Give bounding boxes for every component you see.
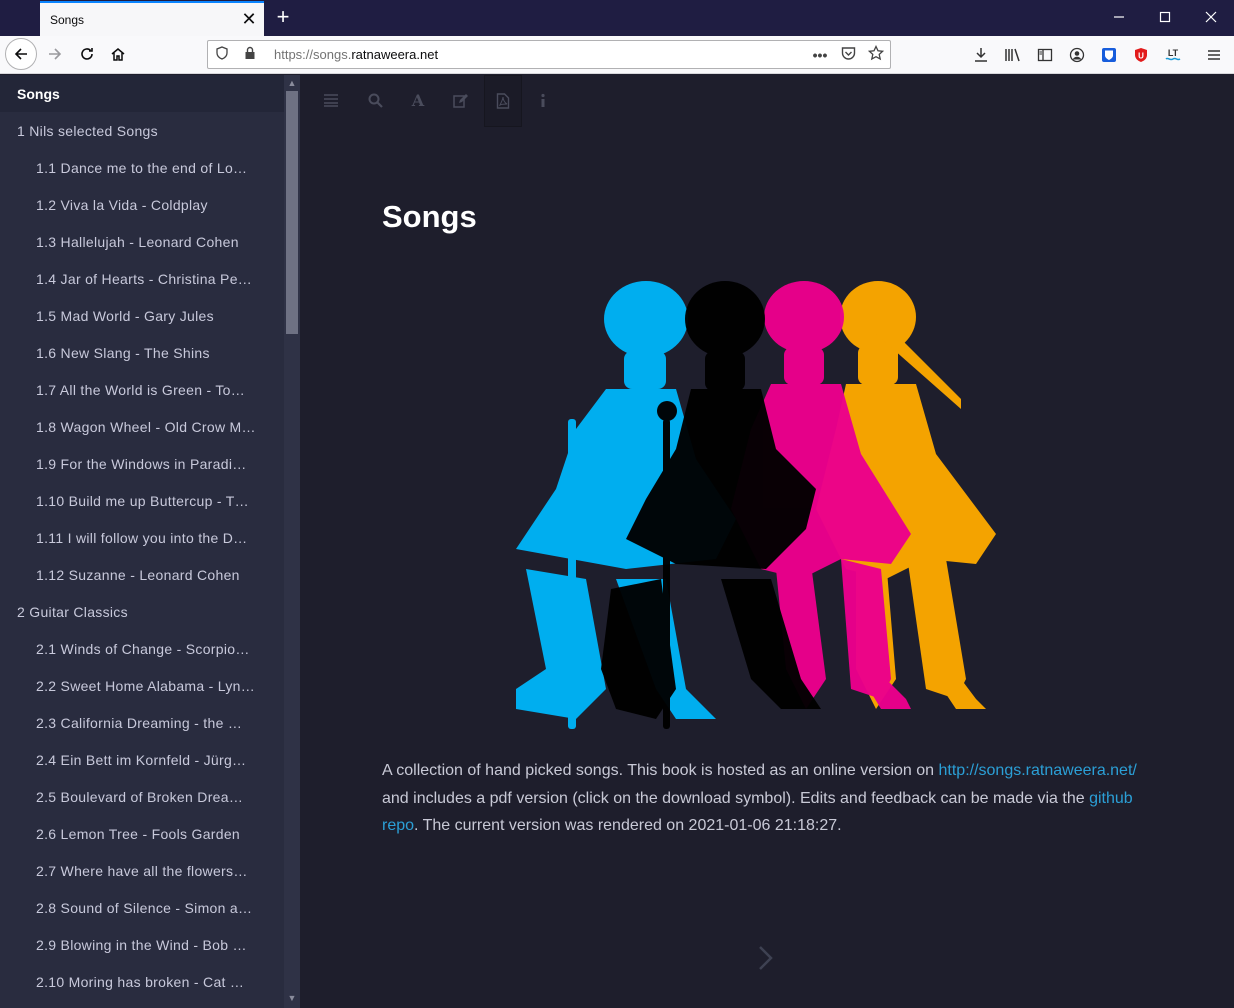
url-text[interactable]: https://songs.ratnaweera.net: [274, 47, 806, 62]
sidebar-item[interactable]: 2.6 Lemon Tree - Fools Garden: [0, 815, 284, 852]
languagetool-extension-icon[interactable]: LT: [1161, 43, 1185, 67]
sidebar-toggle-icon[interactable]: [1033, 43, 1057, 67]
reload-icon: [81, 48, 93, 60]
tracking-shield-icon[interactable]: [208, 46, 236, 63]
minimize-button[interactable]: [1096, 0, 1142, 34]
svg-text:LT: LT: [1168, 48, 1179, 58]
lock-icon[interactable]: [236, 46, 264, 63]
url-bar[interactable]: https://songs.ratnaweera.net •••: [207, 40, 891, 69]
maximize-button[interactable]: [1142, 0, 1188, 34]
intro-text: . The current version was rendered on 20…: [414, 817, 842, 834]
sidebar-item[interactable]: 2.4 Ein Bett im Kornfeld - Jürg…: [0, 741, 284, 778]
sidebar-item[interactable]: 2.9 Blowing in the Wind - Bob …: [0, 926, 284, 963]
arrow-left-icon: [14, 48, 27, 60]
sidebar-item[interactable]: 2.1 Winds of Change - Scorpio…: [0, 630, 284, 667]
svg-text:A: A: [411, 92, 425, 108]
close-tab-icon[interactable]: ✕: [234, 9, 264, 30]
list-icon: [324, 94, 338, 107]
ublock-extension-icon[interactable]: U: [1129, 43, 1153, 67]
next-page-button[interactable]: [755, 943, 779, 979]
sidebar-item[interactable]: 1.7 All the World is Green - To…: [0, 371, 284, 408]
sidebar-item[interactable]: 1.9 For the Windows in Paradi…: [0, 445, 284, 482]
pocket-icon[interactable]: [834, 46, 862, 63]
sidebar-item[interactable]: 2.10 Moring has broken - Cat …: [0, 963, 284, 1000]
chevron-right-icon: [759, 946, 773, 970]
maximize-icon: [1159, 11, 1171, 23]
cover-image: [516, 281, 996, 729]
tab-title: Songs: [50, 12, 85, 27]
search-button[interactable]: [356, 75, 394, 125]
library-icon[interactable]: [1001, 43, 1025, 67]
main-content: A Songs A collection of hand picked song…: [300, 75, 1234, 1008]
intro-paragraph: A collection of hand picked songs. This …: [382, 757, 1162, 840]
sidebar-item[interactable]: 1.6 New Slang - The Shins: [0, 334, 284, 371]
download-icon[interactable]: [969, 43, 993, 67]
sidebar-item[interactable]: 2.3 California Dreaming - the …: [0, 704, 284, 741]
sidebar-item[interactable]: 2.8 Sound of Silence - Simon a…: [0, 889, 284, 926]
sidebar: Songs 1 Nils selected Songs 1.1 Dance me…: [0, 75, 300, 1008]
bitwarden-extension-icon[interactable]: [1097, 43, 1121, 67]
intro-text: A collection of hand picked songs. This …: [382, 762, 939, 779]
info-button[interactable]: [524, 75, 562, 125]
scroll-up-icon[interactable]: ▲: [284, 75, 300, 91]
sidebar-item[interactable]: 1.12 Suzanne - Leonard Cohen: [0, 556, 284, 593]
minimize-icon: [1114, 16, 1124, 18]
sidebar-item[interactable]: 2.2 Sweet Home Alabama - Lyn…: [0, 667, 284, 704]
book-toolbar: A: [300, 75, 1234, 127]
font-settings-button[interactable]: A: [399, 75, 437, 125]
sidebar-item[interactable]: 1.4 Jar of Hearts - Christina Pe…: [0, 260, 284, 297]
font-icon: A: [411, 92, 425, 108]
table-of-contents: Songs 1 Nils selected Songs 1.1 Dance me…: [0, 75, 284, 1000]
download-pdf-button[interactable]: [484, 75, 522, 127]
menu-icon[interactable]: [1202, 43, 1226, 67]
sidebar-scrollbar[interactable]: ▲ ▼: [284, 75, 300, 1008]
sidebar-item[interactable]: 1.8 Wagon Wheel - Old Crow M…: [0, 408, 284, 445]
arrow-right-icon: [49, 48, 62, 60]
scroll-down-icon[interactable]: ▼: [284, 990, 300, 1006]
close-icon: [1205, 11, 1217, 23]
site-link[interactable]: http://songs.ratnaweera.net/: [939, 762, 1137, 779]
edit-icon: [453, 93, 468, 108]
browser-tab[interactable]: Songs ✕: [40, 1, 264, 36]
sidebar-item[interactable]: 1.5 Mad World - Gary Jules: [0, 297, 284, 334]
sidebar-item[interactable]: 1.3 Hallelujah - Leonard Cohen: [0, 223, 284, 260]
pdf-file-icon: [496, 93, 510, 109]
close-window-button[interactable]: [1188, 0, 1234, 34]
sidebar-item[interactable]: 2.5 Boulevard of Broken Drea…: [0, 778, 284, 815]
sidebar-title[interactable]: Songs: [0, 75, 284, 112]
reload-button[interactable]: [72, 39, 102, 69]
account-icon[interactable]: [1065, 43, 1089, 67]
sidebar-chapter-2[interactable]: 2 Guitar Classics: [0, 593, 284, 630]
page-actions-icon[interactable]: •••: [806, 47, 834, 63]
page-title: Songs: [382, 199, 477, 234]
back-button[interactable]: [5, 38, 37, 70]
sidebar-item[interactable]: 1.2 Viva la Vida - Coldplay: [0, 186, 284, 223]
scrollbar-thumb[interactable]: [286, 91, 298, 334]
sidebar-chapter-1[interactable]: 1 Nils selected Songs: [0, 112, 284, 149]
sidebar-item[interactable]: 1.11 I will follow you into the D…: [0, 519, 284, 556]
info-icon: [541, 93, 545, 107]
intro-text: and includes a pdf version (click on the…: [382, 789, 1090, 807]
home-icon: [111, 48, 125, 61]
toc-toggle-button[interactable]: [312, 75, 350, 125]
forward-button[interactable]: [40, 39, 70, 69]
bookmark-star-icon[interactable]: [862, 44, 890, 64]
svg-text:U: U: [1138, 52, 1144, 61]
browser-tab-bar: Songs ✕ +: [0, 0, 1234, 36]
sidebar-item[interactable]: 1.1 Dance me to the end of Lo…: [0, 149, 284, 186]
sidebar-item[interactable]: 1.10 Build me up Buttercup - T…: [0, 482, 284, 519]
sidebar-item[interactable]: 2.7 Where have all the flowers…: [0, 852, 284, 889]
search-icon: [368, 93, 383, 108]
edit-button[interactable]: [442, 75, 480, 125]
navigation-bar: https://songs.ratnaweera.net ••• U LT: [0, 36, 1234, 74]
new-tab-button[interactable]: +: [270, 4, 296, 30]
home-button[interactable]: [103, 39, 133, 69]
